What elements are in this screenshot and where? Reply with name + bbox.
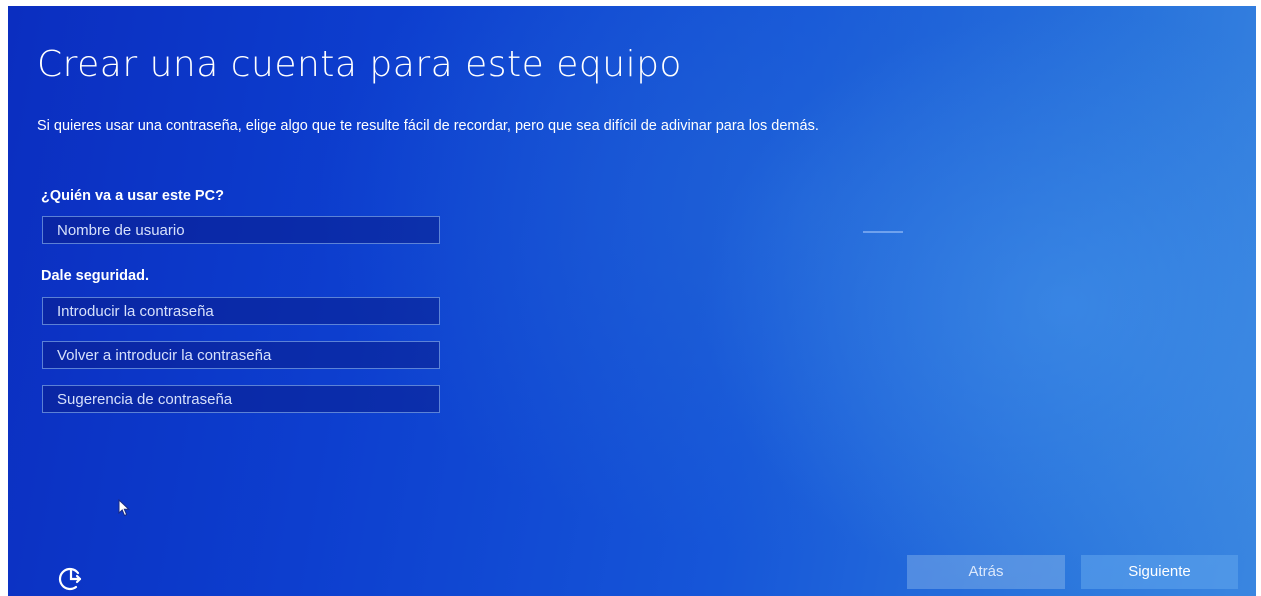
mouse-pointer-icon [118, 499, 131, 517]
back-button[interactable]: Atrás [907, 555, 1065, 589]
password-hint-input[interactable] [42, 385, 440, 413]
user-section-label: ¿Quién va a usar este PC? [41, 188, 224, 204]
next-button[interactable]: Siguiente [1081, 555, 1238, 589]
security-section-label: Dale seguridad. [41, 268, 149, 284]
password-input[interactable] [42, 297, 440, 325]
username-input[interactable] [42, 216, 440, 244]
ease-of-access-icon[interactable] [56, 564, 86, 594]
page-description: Si quieres usar una contraseña, elige al… [37, 118, 819, 134]
page-title: Crear una cuenta para este equipo [37, 44, 682, 85]
setup-screen: Crear una cuenta para este equipo Si qui… [8, 6, 1256, 596]
screen-glare [863, 231, 903, 233]
confirm-password-input[interactable] [42, 341, 440, 369]
